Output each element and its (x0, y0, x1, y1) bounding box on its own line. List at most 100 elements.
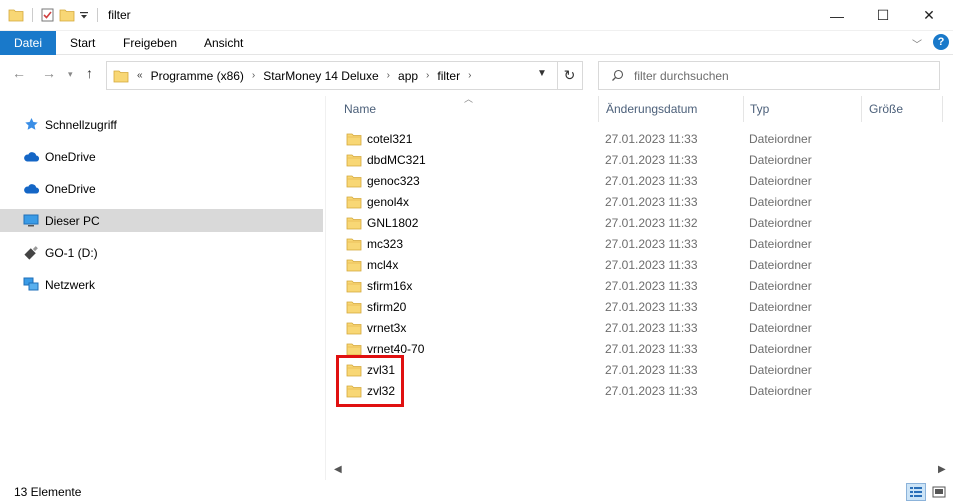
title-bar: filter — ☐ ✕ (0, 0, 953, 31)
search-input[interactable]: filter durchsuchen (598, 61, 940, 90)
file-row[interactable]: dbdMC321 27.01.2023 11:33 Dateiordner (344, 149, 934, 170)
breadcrumb-item[interactable]: StarMoney 14 Deluxe (263, 69, 378, 83)
large-icons-view-button[interactable] (929, 483, 949, 501)
help-icon[interactable]: ? (933, 34, 949, 50)
breadcrumb-chevron-icon[interactable]: › (387, 70, 390, 81)
sidebar-item-label: Netzwerk (45, 277, 96, 292)
breadcrumb-item[interactable]: filter (437, 69, 460, 83)
file-row[interactable]: sfirm20 27.01.2023 11:33 Dateiordner (344, 296, 934, 317)
tab-start[interactable]: Start (57, 31, 108, 55)
details-view-icon (910, 487, 922, 497)
large-icons-view-icon (932, 486, 946, 498)
file-type: Dateiordner (749, 194, 812, 209)
properties-icon[interactable] (41, 7, 55, 22)
sidebar-item-onedrive[interactable]: OneDrive (0, 177, 323, 200)
file-type: Dateiordner (749, 383, 812, 398)
file-row[interactable]: genol4x 27.01.2023 11:33 Dateiordner (344, 191, 934, 212)
folder-icon (346, 342, 362, 356)
file-type: Dateiordner (749, 362, 812, 377)
refresh-button[interactable]: ↻ (557, 61, 583, 90)
back-arrow-icon[interactable]: ← (12, 65, 26, 81)
file-row[interactable]: mc323 27.01.2023 11:33 Dateiordner (344, 233, 934, 254)
minimize-button[interactable]: — (814, 0, 860, 31)
file-row[interactable]: mcl4x 27.01.2023 11:33 Dateiordner (344, 254, 934, 275)
scroll-left-icon[interactable]: ◀ (334, 464, 342, 475)
file-type: Dateiordner (749, 257, 812, 272)
sidebar-item-go-1-drive[interactable]: GO-1 (D:) (0, 241, 323, 264)
column-header-size[interactable]: Größe (851, 96, 943, 122)
toolbar-divider (97, 7, 98, 22)
tab-datei[interactable]: Datei (0, 31, 56, 55)
file-date: 27.01.2023 11:33 (605, 278, 698, 293)
column-header-name[interactable]: Name (326, 96, 598, 122)
breadcrumb-chevron-icon[interactable]: › (426, 70, 429, 81)
file-row[interactable]: vrnet40-70 27.01.2023 11:33 Dateiordner (344, 338, 934, 359)
folder-icon (8, 9, 24, 21)
quick-access-toolbar (8, 7, 102, 22)
file-row[interactable]: genoc323 27.01.2023 11:33 Dateiordner (344, 170, 934, 191)
breadcrumb-item[interactable]: app (398, 69, 418, 83)
tab-freigeben[interactable]: Freigeben (110, 31, 190, 55)
folder-icon (346, 258, 362, 272)
details-view-button[interactable] (906, 483, 926, 501)
folder-icon (346, 132, 362, 146)
file-date: 27.01.2023 11:33 (605, 152, 698, 167)
folder-icon (346, 321, 362, 335)
horizontal-scrollbar[interactable]: ◀ ▶ (326, 462, 953, 479)
search-icon (612, 69, 624, 81)
sidebar-item-dieser-pc[interactable]: Dieser PC (0, 209, 323, 232)
file-date: 27.01.2023 11:33 (605, 257, 698, 272)
breadcrumb: « Programme (x86) › StarMoney 14 Deluxe … (135, 69, 479, 83)
file-name: genoc323 (367, 173, 420, 188)
forward-arrow-icon[interactable]: → (42, 65, 56, 81)
close-button[interactable]: ✕ (906, 0, 952, 31)
address-history-dropdown-icon[interactable]: ▼ (537, 68, 547, 79)
cloud-icon (23, 181, 39, 197)
file-row[interactable]: cotel321 27.01.2023 11:33 Dateiordner (344, 128, 934, 149)
file-type: Dateiordner (749, 173, 812, 188)
maximize-button[interactable]: ☐ (860, 0, 906, 31)
file-type: Dateiordner (749, 320, 812, 335)
file-row[interactable]: zvl31 27.01.2023 11:33 Dateiordner (344, 359, 934, 380)
file-name: sfirm16x (367, 278, 413, 293)
column-divider[interactable] (942, 96, 943, 122)
tab-ansicht[interactable]: Ansicht (191, 31, 256, 55)
file-date: 27.01.2023 11:33 (605, 320, 698, 335)
scroll-right-icon[interactable]: ▶ (938, 464, 946, 475)
folder-icon (346, 237, 362, 251)
new-folder-icon[interactable] (59, 8, 75, 22)
file-name: sfirm20 (367, 299, 407, 314)
file-date: 27.01.2023 11:33 (605, 362, 698, 377)
sidebar-item-netzwerk[interactable]: Netzwerk (0, 273, 323, 296)
refresh-icon: ↻ (563, 67, 576, 83)
usb-drive-icon (23, 245, 39, 261)
expand-ribbon-icon[interactable]: ﹀ (912, 36, 922, 51)
file-name: cotel321 (367, 131, 413, 146)
file-type: Dateiordner (749, 278, 812, 293)
file-name: dbdMC321 (367, 152, 426, 167)
breadcrumb-overflow[interactable]: « (137, 70, 143, 81)
recent-locations-icon[interactable]: ▾ (68, 69, 73, 80)
ribbon-tabs: Datei Start Freigeben Ansicht ﹀ ? (0, 31, 953, 55)
file-row[interactable]: zvl32 27.01.2023 11:33 Dateiordner (344, 380, 934, 401)
sidebar-item-onedrive[interactable]: OneDrive (0, 145, 323, 168)
breadcrumb-chevron-icon[interactable]: › (252, 70, 255, 81)
customize-toolbar-icon[interactable] (79, 9, 89, 21)
file-row[interactable]: sfirm16x 27.01.2023 11:33 Dateiordner (344, 275, 934, 296)
column-header-type[interactable]: Typ (732, 96, 862, 122)
file-row[interactable]: GNL1802 27.01.2023 11:32 Dateiordner (344, 212, 934, 233)
network-icon (23, 277, 39, 293)
up-arrow-icon[interactable]: ↑ (86, 65, 93, 81)
breadcrumb-chevron-icon[interactable]: › (468, 70, 471, 81)
folder-icon (346, 153, 362, 167)
file-date: 27.01.2023 11:33 (605, 173, 698, 188)
column-header-date[interactable]: Änderungsdatum (588, 96, 743, 122)
address-bar[interactable]: « Programme (x86) › StarMoney 14 Deluxe … (106, 61, 558, 90)
file-row[interactable]: vrnet3x 27.01.2023 11:33 Dateiordner (344, 317, 934, 338)
file-name: mc323 (367, 236, 404, 251)
star-icon (23, 117, 39, 133)
breadcrumb-item[interactable]: Programme (x86) (151, 69, 244, 83)
computer-icon (23, 213, 39, 229)
sidebar-item-schnellzugriff[interactable]: Schnellzugriff (0, 113, 323, 136)
file-name: genol4x (367, 194, 410, 209)
